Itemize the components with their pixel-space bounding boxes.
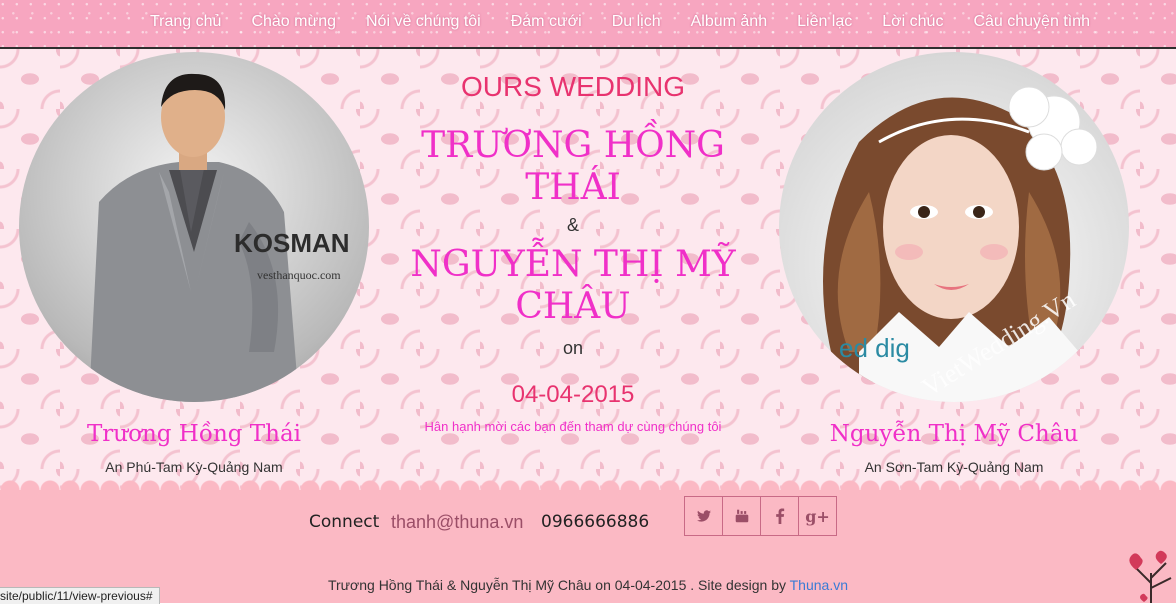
- groom-title-name: TRƯƠNG HỒNG THÁI: [421, 125, 725, 208]
- google-plus-icon[interactable]: g+: [798, 496, 837, 536]
- bride-photo: ed dig VietWedding.Vn: [779, 52, 1129, 402]
- groom-illustration: KOSMAN vesthanquoc.com: [89, 73, 350, 402]
- wedding-announcement: OURS WEDDING TRƯƠNG HỒNG THÁI & NGUYỄN T…: [380, 71, 766, 434]
- invitation-text: Hân hạnh mời các bạn đến tham dự cùng ch…: [424, 419, 722, 434]
- groom-photo-url: vesthanquoc.com: [257, 268, 341, 282]
- bride-name: Nguyễn Thị Mỹ Châu: [829, 421, 1079, 447]
- nav-item-about-us[interactable]: Nói về chúng tôi: [366, 13, 481, 31]
- groom-name: Trương Hồng Thái: [86, 421, 302, 447]
- contact-phone: 0966666886: [541, 512, 650, 532]
- ampersand: &: [566, 215, 579, 235]
- social-links: g+: [684, 496, 837, 536]
- on-label: on: [562, 338, 584, 358]
- bride-illustration: ed dig VietWedding.Vn: [823, 86, 1098, 402]
- heart-tree-icon: [1129, 550, 1172, 603]
- bride-address: An Sơn-Tam Kỳ-Quảng Nam: [864, 459, 1044, 475]
- footer: Connect thanh@thuna.vn 0966666886 g+ Trư…: [0, 480, 1176, 603]
- credit-link[interactable]: Thuna.vn: [790, 577, 848, 593]
- bride-title-name: NGUYỄN THỊ MỸ CHÂU: [410, 244, 736, 327]
- credit-text: Trương Hồng Thái & Nguyễn Thị Mỹ Châu on…: [327, 577, 790, 593]
- bride-photo-logo: ed dig: [839, 333, 910, 363]
- footer-credit: Trương Hồng Thái & Nguyễn Thị Mỹ Châu on…: [0, 577, 1176, 593]
- nav-item-home[interactable]: Trang chủ: [150, 13, 221, 31]
- nav-item-wedding[interactable]: Đám cưới: [511, 13, 582, 31]
- browser-status-bar: site/public/11/view-previous#: [0, 587, 160, 604]
- nav-item-love-story[interactable]: Câu chuyện tình: [973, 13, 1090, 31]
- nav-item-welcome[interactable]: Chào mừng: [251, 13, 336, 31]
- wedding-date: 04-04-2015: [511, 381, 635, 408]
- groom-photo-brand: KOSMAN: [234, 228, 350, 258]
- nav-item-travel[interactable]: Du lịch: [612, 13, 661, 31]
- nav-item-contact[interactable]: Liên lạc: [797, 13, 852, 31]
- contact-email[interactable]: thanh@thuna.vn: [391, 512, 523, 533]
- scallop-border: [0, 480, 1176, 500]
- nav-item-album[interactable]: Album ảnh: [691, 13, 768, 31]
- facebook-icon[interactable]: [760, 496, 799, 536]
- nav-menu: Trang chủ Chào mừng Nói về chúng tôi Đám…: [150, 13, 1120, 31]
- connect-label: Connect: [309, 512, 380, 532]
- groom-address: An Phú-Tam Kỳ-Quảng Nam: [105, 459, 283, 475]
- top-navigation: Trang chủ Chào mừng Nói về chúng tôi Đám…: [0, 0, 1176, 49]
- nav-item-wishes[interactable]: Lời chúc: [882, 13, 943, 31]
- youtube-icon[interactable]: [722, 496, 761, 536]
- hero-section: KOSMAN vesthanquoc.com ed dig VietWeddin…: [0, 49, 1176, 490]
- twitter-icon[interactable]: [684, 496, 723, 536]
- wedding-heading: OURS WEDDING: [461, 71, 685, 102]
- groom-photo: KOSMAN vesthanquoc.com: [19, 52, 369, 402]
